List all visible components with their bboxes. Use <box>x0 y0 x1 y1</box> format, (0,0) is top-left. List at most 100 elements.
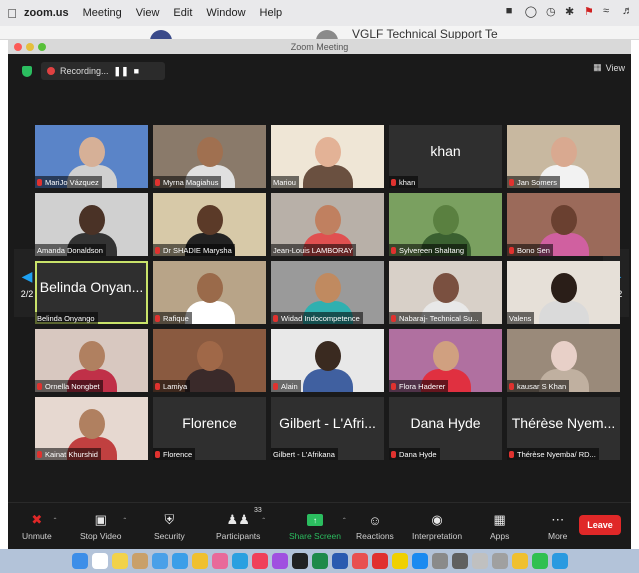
interpretation-button[interactable]: ◉ Interpretation <box>412 509 462 541</box>
stop-video-button[interactable]: ▣ Stop Video ˆ <box>80 509 126 541</box>
wifi-icon[interactable]: ≈ <box>603 5 613 18</box>
stop-recording-button[interactable]: ■ <box>134 66 139 76</box>
word-icon[interactable] <box>331 553 348 569</box>
maximize-icon[interactable] <box>38 43 46 51</box>
participant-name: Bono Sen <box>517 245 550 255</box>
participant-tile[interactable]: Dr SHADIE Marysha <box>153 193 266 256</box>
reactions-label: Reactions <box>356 531 394 541</box>
window-controls <box>14 43 46 51</box>
participant-face <box>433 205 459 235</box>
apple-menu-icon[interactable]:  <box>0 6 24 21</box>
video-options-chevron-icon[interactable]: ˆ <box>123 517 126 526</box>
whatsapp-icon[interactable] <box>531 553 548 569</box>
participant-tile[interactable]: Alain <box>271 329 384 392</box>
participant-body <box>185 369 235 392</box>
participant-face <box>79 409 105 439</box>
close-icon[interactable] <box>14 43 22 51</box>
reactions-button[interactable]: ☺ Reactions <box>356 509 394 542</box>
mail-icon[interactable] <box>151 553 168 569</box>
participant-tile[interactable]: Mariou <box>271 125 384 188</box>
leave-button[interactable]: Leave <box>579 515 621 535</box>
more-button[interactable]: ⋯ More <box>548 509 567 541</box>
bluetooth-icon[interactable]: ✱ <box>565 5 575 18</box>
participant-tile[interactable]: Valens <box>507 261 620 324</box>
participant-tile[interactable]: Kainat Khurshid <box>35 397 148 460</box>
participant-face <box>315 273 341 303</box>
participant-tile[interactable]: Jan Somers <box>507 125 620 188</box>
menu-edit[interactable]: Edit <box>173 7 192 19</box>
menu-meeting[interactable]: Meeting <box>83 7 122 19</box>
participant-tile[interactable]: Rafique <box>153 261 266 324</box>
apps-button[interactable]: ▦ Apps <box>490 509 509 541</box>
skype-icon[interactable] <box>231 553 248 569</box>
participant-tile[interactable]: Flora Haderer <box>389 329 502 392</box>
participant-tile[interactable]: Jean-Louis LAMBORAY <box>271 193 384 256</box>
question-icon[interactable] <box>491 553 508 569</box>
participant-tile[interactable]: kausar S Khan <box>507 329 620 392</box>
menu-help[interactable]: Help <box>260 7 283 19</box>
telegram-icon[interactable] <box>551 553 568 569</box>
participant-tile[interactable]: Belinda Onyan... Belinda Onyango <box>35 261 148 324</box>
opera-icon[interactable] <box>371 553 388 569</box>
zoom-status-icon[interactable]: ■ <box>506 5 516 18</box>
participant-tile[interactable]: Dana Hyde Dana Hyde <box>389 397 502 460</box>
contacts-icon[interactable] <box>131 553 148 569</box>
trash-icon[interactable] <box>471 553 488 569</box>
clock-icon[interactable]: ◷ <box>546 5 556 18</box>
photos-icon[interactable] <box>211 553 228 569</box>
participants-chevron-icon[interactable]: ˆ <box>262 517 265 526</box>
participant-tile[interactable]: Myrna Magiahus <box>153 125 266 188</box>
tv-icon[interactable] <box>291 553 308 569</box>
share-screen-button[interactable]: ↑ Share Screen ˆ <box>289 509 346 541</box>
view-button[interactable]: ▦ View <box>593 62 625 73</box>
muted-mic-icon <box>37 382 42 390</box>
participant-tile[interactable]: Ornella Nongbet <box>35 329 148 392</box>
participant-tile[interactable]: Nabaraj- Technical Su... <box>389 261 502 324</box>
video-camera-icon: ▣ <box>94 512 107 527</box>
minimize-icon[interactable] <box>26 43 34 51</box>
participant-tile[interactable]: MariJo Vázquez <box>35 125 148 188</box>
muted-mic-icon <box>155 246 160 254</box>
participant-tile[interactable]: Bono Sen <box>507 193 620 256</box>
participants-count: 33 <box>254 507 262 514</box>
participant-tile[interactable]: khan khan <box>389 125 502 188</box>
menu-view[interactable]: View <box>136 7 160 19</box>
participant-tile[interactable]: Thérèse Nyem... Thérèse Nyemba/ RD... <box>507 397 620 460</box>
settings-icon[interactable] <box>431 553 448 569</box>
appstore-icon[interactable] <box>411 553 428 569</box>
participant-tile[interactable]: Florence Florence <box>153 397 266 460</box>
muted-mic-icon <box>509 450 514 458</box>
participant-tile[interactable]: Sylvereen Shaltang <box>389 193 502 256</box>
grid-icon: ▦ <box>593 62 602 72</box>
chrome2-icon[interactable] <box>511 553 528 569</box>
pause-recording-button[interactable]: ❚❚ <box>114 66 129 77</box>
activity-icon[interactable] <box>451 553 468 569</box>
audio-options-chevron-icon[interactable]: ˆ <box>54 517 57 526</box>
toggle-icon[interactable]: ◯ <box>525 5 537 18</box>
notes-icon[interactable] <box>111 553 128 569</box>
more-label: More <box>548 531 568 541</box>
menu-window[interactable]: Window <box>206 7 245 19</box>
podcasts-icon[interactable] <box>271 553 288 569</box>
share-options-chevron-icon[interactable]: ˆ <box>343 517 346 526</box>
chrome-icon[interactable] <box>191 553 208 569</box>
recording-indicator: Recording... ❚❚ ■ <box>41 62 165 80</box>
excel-icon[interactable] <box>311 553 328 569</box>
music-icon[interactable] <box>251 553 268 569</box>
finder-icon[interactable] <box>71 553 88 569</box>
safari-icon[interactable] <box>171 553 188 569</box>
security-button[interactable]: ⛨ Security <box>154 509 185 541</box>
app-menu[interactable]: zoom.us <box>24 7 69 19</box>
participant-name: Thérèse Nyemba/ RD... <box>517 449 596 459</box>
app-icon[interactable] <box>351 553 368 569</box>
kakao-icon[interactable] <box>391 553 408 569</box>
participant-tile[interactable]: Widad Indocompetence <box>271 261 384 324</box>
participant-tile[interactable]: Lamiya <box>153 329 266 392</box>
flag-icon[interactable]: ⚑ <box>584 5 594 18</box>
participant-tile[interactable]: Amanda Donaldson <box>35 193 148 256</box>
volume-icon[interactable]: ♬ <box>622 5 633 18</box>
unmute-button[interactable]: ✖ Unmute ˆ <box>22 509 56 541</box>
encryption-shield-icon[interactable] <box>22 66 32 77</box>
participant-tile[interactable]: Gilbert - L'Afri... Gilbert - L'Afrikana <box>271 397 384 460</box>
calendar-icon[interactable] <box>91 553 108 569</box>
